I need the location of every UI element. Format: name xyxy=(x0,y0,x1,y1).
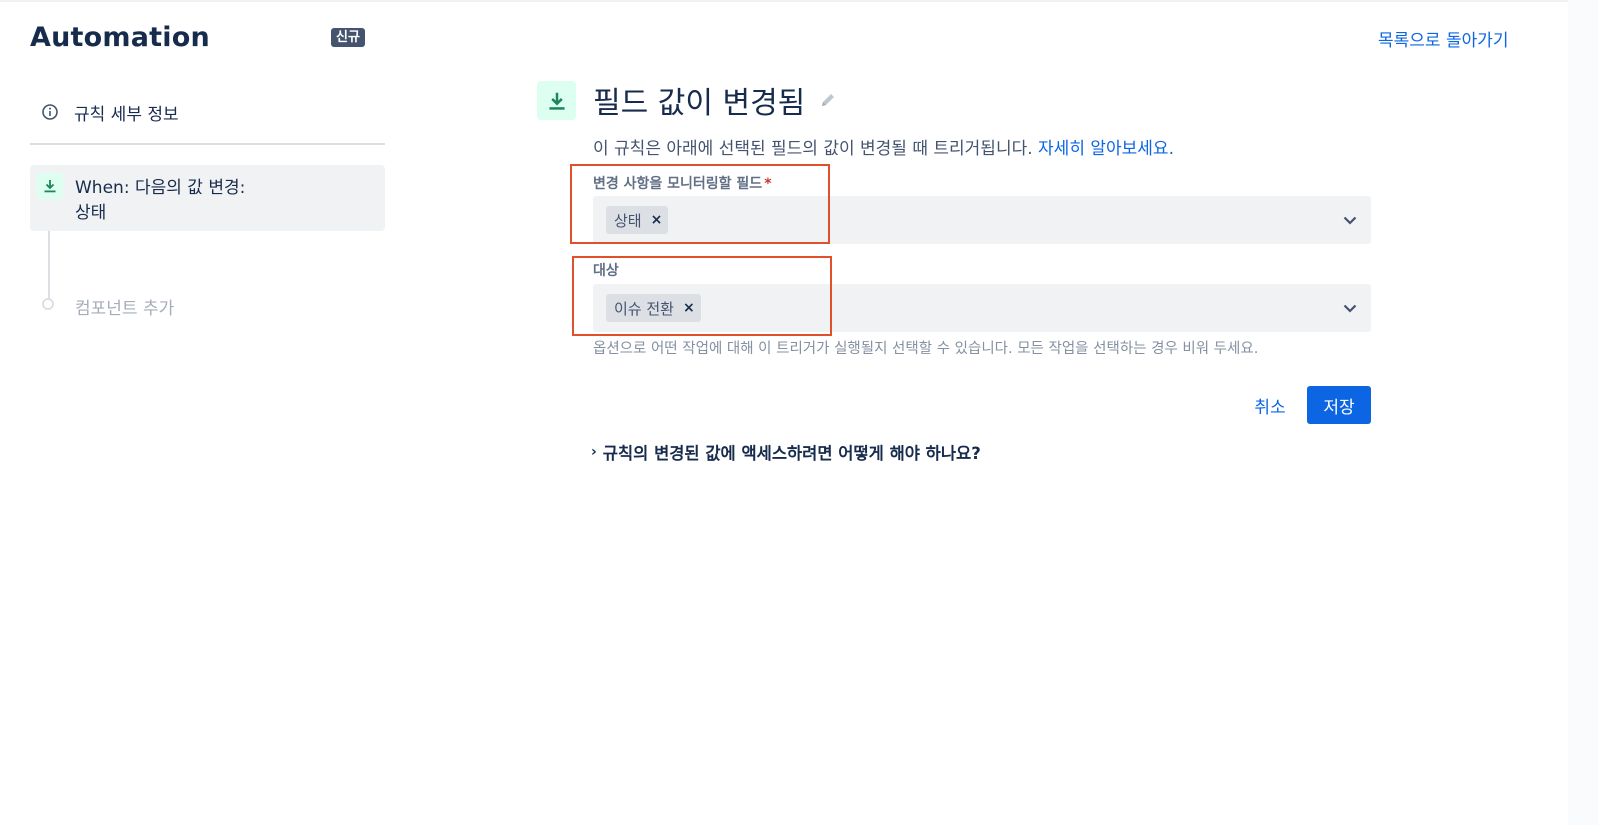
sidebar-trigger-text: When: 다음의 값 변경: 상태 xyxy=(75,176,245,226)
chevron-down-icon[interactable] xyxy=(1342,300,1358,316)
selected-tag-label: 이슈 전환 xyxy=(614,299,674,318)
add-component-label: 컴포넌트 추가 xyxy=(75,299,175,319)
pencil-icon[interactable] xyxy=(818,90,838,110)
sidebar-trigger-line2: 상태 xyxy=(75,203,107,223)
info-icon xyxy=(42,104,58,120)
sidebar-trigger-line1: When: 다음의 값 변경: xyxy=(75,178,246,198)
learn-more-link[interactable]: 자세히 알아보세요. xyxy=(1038,139,1174,159)
cancel-button[interactable]: 취소 xyxy=(1242,386,1298,424)
close-icon[interactable]: × xyxy=(683,300,695,316)
save-button[interactable]: 저장 xyxy=(1307,386,1371,424)
back-to-list-link[interactable]: 목록으로 돌아가기 xyxy=(1378,26,1509,51)
chevron-down-icon[interactable] xyxy=(1342,212,1358,228)
monitor-field-label: 변경 사항을 모니터링할 필드 * xyxy=(593,173,772,193)
sidebar-item-rule-details[interactable]: 규칙 세부 정보 xyxy=(30,94,385,130)
monitor-field-select[interactable]: 상태 × xyxy=(593,196,1371,244)
new-badge: 신규 xyxy=(331,28,365,47)
download-trigger-icon xyxy=(548,92,565,110)
sidebar-item-label: 규칙 세부 정보 xyxy=(74,104,179,125)
target-field-select[interactable]: 이슈 전환 × xyxy=(593,284,1371,332)
monitor-field-label-text: 변경 사항을 모니터링할 필드 xyxy=(593,176,763,192)
faq-expander[interactable]: › 규칙의 변경된 값에 액세스하려면 어떻게 해야 하나요? xyxy=(591,440,981,464)
sidebar-rail xyxy=(48,231,50,299)
close-icon[interactable]: × xyxy=(651,212,663,228)
top-border xyxy=(0,0,1598,2)
scrollbar-track[interactable] xyxy=(1568,0,1598,825)
description-text: 이 규칙은 아래에 선택된 필드의 값이 변경될 때 트리거됩니다. xyxy=(593,139,1033,159)
download-trigger-icon xyxy=(44,180,56,193)
target-field-hint: 옵션으로 어떤 작업에 대해 이 트리거가 실행될지 선택할 수 있습니다. 모… xyxy=(593,341,1259,357)
add-component-button[interactable]: 컴포넌트 추가 xyxy=(30,292,385,320)
faq-question: 규칙의 변경된 값에 액세스하려면 어떻게 해야 하나요? xyxy=(602,444,981,463)
chevron-right-icon: › xyxy=(591,444,597,460)
sidebar-item-trigger[interactable]: When: 다음의 값 변경: 상태 xyxy=(30,165,385,231)
selected-tag: 이슈 전환 × xyxy=(606,294,701,322)
required-mark: * xyxy=(764,176,772,192)
trigger-type-icon-box xyxy=(537,81,576,120)
trigger-description: 이 규칙은 아래에 선택된 필드의 값이 변경될 때 트리거됩니다. 자세히 알… xyxy=(593,134,1174,159)
trigger-icon-box xyxy=(37,173,63,199)
add-component-dot-icon xyxy=(42,298,54,310)
sidebar-divider xyxy=(30,143,385,145)
target-field-label: 대상 xyxy=(593,263,619,279)
page-title: 필드 값이 변경됨 xyxy=(593,86,806,121)
app-title: Automation xyxy=(30,22,210,53)
selected-tag: 상태 × xyxy=(606,206,669,234)
selected-tag-label: 상태 xyxy=(614,211,642,230)
